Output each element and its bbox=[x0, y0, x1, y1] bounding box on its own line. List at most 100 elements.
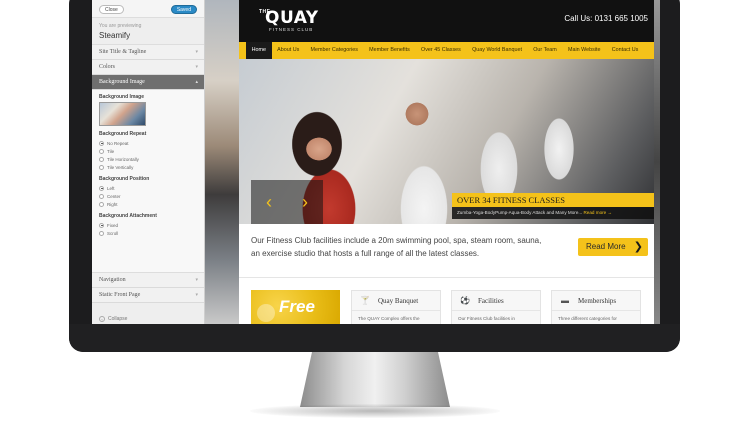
site-preview: THE QUAY FITNESS CLUB Call Us: 0131 665 … bbox=[205, 0, 660, 324]
section-label: Navigation bbox=[99, 277, 126, 283]
chevron-up-icon: ▴ bbox=[195, 80, 198, 85]
nav-member-categories[interactable]: Member Categories bbox=[305, 42, 364, 59]
promo-text: Free bbox=[279, 297, 315, 316]
section-static-front-page[interactable]: Static Front Page ▾ bbox=[92, 288, 204, 303]
collapse-label: Collapse bbox=[108, 316, 128, 322]
screen: Close Saved You are previewing Steamify … bbox=[92, 0, 660, 324]
radio-tile[interactable]: Tile bbox=[99, 147, 197, 155]
radio-label: Scroll bbox=[107, 230, 119, 236]
radio-right[interactable]: Right bbox=[99, 200, 197, 208]
read-more-button[interactable]: Read More ❯ bbox=[578, 238, 648, 256]
section-label: Colors bbox=[99, 64, 116, 70]
section-label: Static Front Page bbox=[99, 292, 141, 298]
intro-section: Our Fitness Club facilities include a 20… bbox=[239, 224, 660, 278]
logo-quay: QUAY bbox=[265, 8, 319, 28]
card-quay-banquet[interactable]: 🍸 Quay Banquet The QUAY Complex offers t… bbox=[351, 290, 441, 324]
radio-dot[interactable] bbox=[99, 164, 104, 170]
hero-slider: ‹ › OVER 34 FITNESS CLASSES Zumba-Yoga-B… bbox=[239, 59, 660, 224]
radio-dot[interactable] bbox=[99, 201, 104, 207]
slider-controls: ‹ › bbox=[251, 180, 323, 224]
chevron-down-icon: ▾ bbox=[195, 278, 198, 283]
background-image-left bbox=[205, 0, 239, 324]
chevron-down-icon: ▾ bbox=[195, 50, 198, 55]
radio-tile-horizontally[interactable]: Tile Horizontally bbox=[99, 155, 197, 163]
radio-label: No Repeat bbox=[107, 140, 129, 146]
logo-tagline: FITNESS CLUB bbox=[269, 27, 314, 32]
collapse-icon: ‹ bbox=[99, 316, 105, 322]
section-background-image[interactable]: Background Image ▴ bbox=[92, 75, 204, 90]
card-title: Facilities bbox=[452, 291, 540, 311]
card-text: Our Fitness Club facilities in bbox=[458, 316, 515, 321]
section-label: Background Image bbox=[99, 79, 145, 85]
attachment-heading: Background Attachment bbox=[99, 213, 157, 219]
previewing-label: You are previewing bbox=[99, 23, 142, 29]
nav-over-45-classes[interactable]: Over 45 Classes bbox=[415, 42, 466, 59]
site-wrapper: THE QUAY FITNESS CLUB Call Us: 0131 665 … bbox=[239, 0, 660, 324]
call-us: Call Us: 0131 665 1005 bbox=[564, 14, 648, 23]
stand-shadow bbox=[250, 404, 500, 418]
card-facilities[interactable]: ⚽ Facilities Our Fitness Club facilities… bbox=[451, 290, 541, 324]
radio-dot[interactable] bbox=[99, 185, 104, 191]
nav-main-website[interactable]: Main Website bbox=[562, 42, 606, 59]
radio-center[interactable]: Center bbox=[99, 192, 197, 200]
read-more-label: Read More bbox=[586, 242, 626, 251]
promo-banner[interactable]: Free bbox=[251, 290, 340, 324]
chevron-right-icon: ❯ bbox=[633, 241, 643, 253]
radio-label: Fixed bbox=[107, 222, 119, 228]
slide-caption: OVER 34 FITNESS CLASSES Zumba-Yoga-BodyP… bbox=[452, 193, 660, 219]
chevron-left-icon[interactable]: ‹ bbox=[266, 192, 272, 213]
collapse-button[interactable]: ‹ Collapse bbox=[99, 316, 127, 322]
section-label: Site Title & Tagline bbox=[99, 49, 147, 55]
radio-dot[interactable] bbox=[99, 193, 104, 199]
radio-dot[interactable] bbox=[99, 156, 104, 162]
section-navigation[interactable]: Navigation ▾ bbox=[92, 273, 204, 288]
nav-member-benefits[interactable]: Member Benefits bbox=[363, 42, 415, 59]
radio-fixed[interactable]: Fixed bbox=[99, 221, 197, 229]
nav-home[interactable]: Home bbox=[246, 42, 272, 59]
close-button[interactable]: Close bbox=[99, 5, 124, 14]
theme-name: Steamify bbox=[99, 31, 131, 40]
nav-our-team[interactable]: Our Team bbox=[528, 42, 563, 59]
radio-no-repeat[interactable]: No Repeat bbox=[99, 139, 197, 147]
theme-customizer: Close Saved You are previewing Steamify … bbox=[92, 0, 205, 324]
card-title: Memberships bbox=[552, 291, 640, 311]
chevron-down-icon: ▾ bbox=[195, 65, 198, 70]
radio-dot[interactable] bbox=[99, 140, 104, 146]
radio-label: Left bbox=[107, 185, 115, 191]
radio-dot[interactable] bbox=[99, 230, 104, 236]
radio-scroll[interactable]: Scroll bbox=[99, 229, 197, 237]
saved-button[interactable]: Saved bbox=[170, 5, 197, 14]
caption-title: OVER 34 FITNESS CLASSES bbox=[452, 193, 660, 207]
intro-text: Our Fitness Club facilities include a 20… bbox=[251, 236, 542, 258]
chevron-right-icon[interactable]: › bbox=[302, 192, 308, 213]
preview-info: You are previewing Steamify bbox=[92, 18, 204, 45]
section-colors[interactable]: Colors ▾ bbox=[92, 60, 204, 75]
nav-quay-world-banquet[interactable]: Quay World Banquet bbox=[466, 42, 527, 59]
background-image-panel: Background Image Background Repeat No Re… bbox=[92, 90, 204, 273]
monitor-chin bbox=[69, 324, 680, 352]
card-memberships[interactable]: ▬ Memberships Three different categories… bbox=[551, 290, 641, 324]
card-text: Three different categories for bbox=[558, 316, 617, 321]
radio-left[interactable]: Left bbox=[99, 184, 197, 192]
position-heading: Background Position bbox=[99, 176, 150, 182]
site-header: THE QUAY FITNESS CLUB Call Us: 0131 665 … bbox=[239, 0, 660, 42]
monitor-stand bbox=[300, 352, 450, 407]
radio-dot[interactable] bbox=[99, 222, 104, 228]
card-text: The QUAY Complex offers the bbox=[358, 316, 420, 321]
stage: Close Saved You are previewing Steamify … bbox=[0, 0, 750, 425]
radio-dot[interactable] bbox=[99, 148, 104, 154]
repeat-heading: Background Repeat bbox=[99, 131, 147, 137]
caption-read-more-link[interactable]: Read more → bbox=[583, 210, 612, 215]
radio-label: Tile Vertically bbox=[107, 164, 134, 170]
background-image-thumbnail[interactable] bbox=[99, 102, 146, 126]
nav-contact-us[interactable]: Contact Us bbox=[606, 42, 644, 59]
radio-label: Center bbox=[107, 193, 121, 199]
card-title: Quay Banquet bbox=[352, 291, 440, 311]
radio-tile-vertically[interactable]: Tile Vertically bbox=[99, 163, 197, 171]
sun-burst-shape bbox=[257, 304, 275, 322]
section-site-title[interactable]: Site Title & Tagline ▾ bbox=[92, 45, 204, 60]
background-image-right bbox=[654, 0, 660, 324]
caption-text: Zumba-Yoga-BodyPump-Aqua-Body Attack and… bbox=[457, 210, 583, 215]
nav-about-us[interactable]: About Us bbox=[272, 42, 305, 59]
background-image-heading: Background Image bbox=[99, 94, 145, 100]
